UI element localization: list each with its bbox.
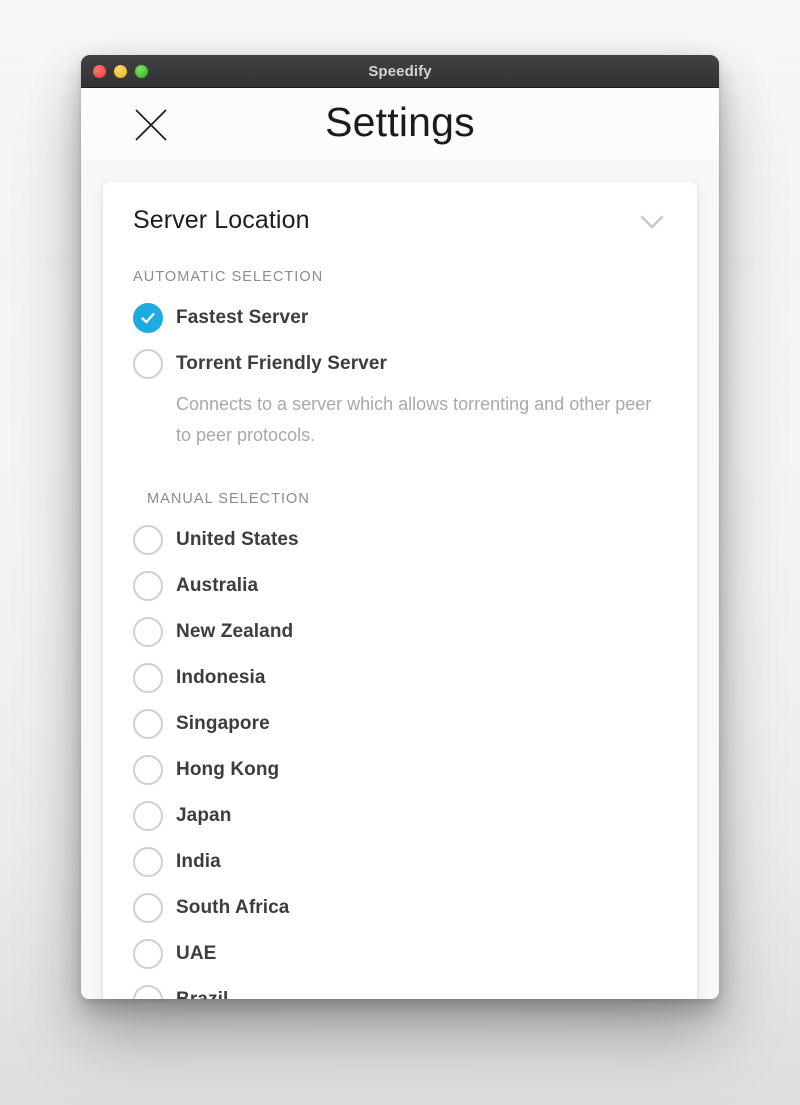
card-heading: Server Location <box>133 206 310 234</box>
radio-row-australia[interactable]: Australia <box>103 563 697 609</box>
section-label-manual: MANUAL SELECTION <box>147 491 310 507</box>
section-label-automatic: AUTOMATIC SELECTION <box>133 269 324 285</box>
radio-label: New Zealand <box>176 621 294 642</box>
radio-indicator[interactable] <box>133 525 163 555</box>
window-titlebar: Speedify <box>81 55 719 88</box>
radio-indicator[interactable] <box>133 709 163 739</box>
radio-row-united-states[interactable]: United States <box>103 517 697 563</box>
radio-indicator[interactable] <box>133 755 163 785</box>
minimize-window-button[interactable] <box>114 64 127 78</box>
manual-selection-list: United States Australia New Zealand Indo… <box>103 517 697 999</box>
radio-indicator[interactable] <box>133 663 163 693</box>
page-title: Settings <box>325 99 475 145</box>
window-title: Speedify <box>368 62 432 80</box>
radio-description: Connects to a server which allows torren… <box>176 394 652 445</box>
zoom-window-button[interactable] <box>135 64 148 78</box>
radio-row-hong-kong[interactable]: Hong Kong <box>103 747 697 793</box>
radio-row-india[interactable]: India <box>103 839 697 885</box>
radio-indicator[interactable] <box>133 893 163 923</box>
radio-label: Torrent Friendly Server <box>176 353 388 374</box>
radio-indicator[interactable] <box>133 939 163 969</box>
radio-row-singapore[interactable]: Singapore <box>103 701 697 747</box>
radio-label: Fastest Server <box>176 307 309 328</box>
radio-label: Brazil <box>176 989 228 999</box>
automatic-selection-list: Fastest Server Torrent Friendly Server C… <box>103 295 697 451</box>
server-location-card: Server Location AUTOMATIC SELECTION Fast… <box>103 182 697 999</box>
radio-label: South Africa <box>176 897 290 918</box>
app-body: Settings Server Location AUTOMATIC SELEC… <box>81 88 719 999</box>
radio-label: Indonesia <box>176 667 266 688</box>
close-window-button[interactable] <box>93 64 106 78</box>
radio-label: Singapore <box>176 713 270 734</box>
chevron-down-icon[interactable] <box>635 208 669 234</box>
radio-row-brazil[interactable]: Brazil <box>103 977 697 999</box>
radio-row-new-zealand[interactable]: New Zealand <box>103 609 697 655</box>
radio-label: Hong Kong <box>176 759 280 780</box>
server-location-header[interactable]: Server Location <box>103 182 697 235</box>
radio-row-uae[interactable]: UAE <box>103 931 697 977</box>
radio-indicator[interactable] <box>133 847 163 877</box>
radio-row-fastest-server[interactable]: Fastest Server <box>103 295 697 341</box>
radio-row-indonesia[interactable]: Indonesia <box>103 655 697 701</box>
radio-label: Japan <box>176 805 232 826</box>
radio-label: UAE <box>176 943 217 964</box>
radio-indicator-selected[interactable] <box>133 303 163 333</box>
radio-row-south-africa[interactable]: South Africa <box>103 885 697 931</box>
radio-indicator[interactable] <box>133 801 163 831</box>
radio-indicator[interactable] <box>133 571 163 601</box>
radio-label: India <box>176 851 221 872</box>
speedify-window: Speedify Settings Server Location AUTOMA… <box>81 55 719 999</box>
radio-indicator[interactable] <box>133 617 163 647</box>
radio-label: United States <box>176 529 299 550</box>
radio-label: Australia <box>176 575 259 596</box>
window-traffic-lights <box>93 55 148 87</box>
radio-row-japan[interactable]: Japan <box>103 793 697 839</box>
close-x-icon[interactable] <box>132 106 170 144</box>
radio-indicator[interactable] <box>133 349 163 379</box>
radio-row-torrent-friendly-server[interactable]: Torrent Friendly Server <box>103 341 697 387</box>
settings-header: Settings <box>81 88 719 159</box>
radio-indicator[interactable] <box>133 985 163 999</box>
